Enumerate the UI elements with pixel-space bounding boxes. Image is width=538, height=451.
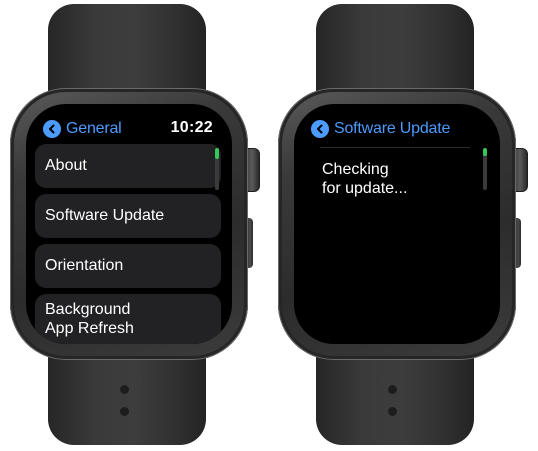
scroll-thumb (483, 148, 487, 156)
chevron-left-glyph (49, 124, 55, 134)
settings-menu: About Software Update Orientation Backgr… (35, 144, 221, 344)
menu-item-label: Orientation (45, 257, 124, 274)
watch-band-bottom (48, 345, 206, 445)
scroll-indicator[interactable] (483, 148, 487, 190)
status-bar: General 10:22 (26, 104, 232, 144)
band-hole (120, 407, 129, 416)
watch-band-bottom (316, 345, 474, 445)
watch-left: General 10:22 About Software Update Orie… (0, 0, 270, 451)
back-button[interactable]: Software Update (311, 118, 450, 140)
watch-screen: Software Update Checking for update... (294, 104, 500, 344)
back-button[interactable]: General (43, 118, 122, 140)
band-hole (388, 385, 397, 394)
clock-time: 10:22 (170, 119, 213, 136)
menu-item-label: Background App Refresh (45, 301, 134, 337)
scroll-indicator[interactable] (215, 148, 219, 190)
menu-item-label: Software Update (45, 207, 165, 224)
chevron-left-icon (311, 120, 329, 138)
menu-item-orientation[interactable]: Orientation (35, 244, 221, 288)
watch-right: Software Update Checking for update... (268, 0, 538, 451)
watch-screen: General 10:22 About Software Update Orie… (26, 104, 232, 344)
header-divider (320, 147, 470, 148)
back-label: Software Update (334, 120, 451, 137)
band-hole (388, 407, 397, 416)
menu-item-about[interactable]: About (35, 144, 221, 188)
status-bar: Software Update (294, 104, 500, 144)
back-label: General (66, 120, 122, 137)
update-status-text: Checking for update... (322, 161, 408, 197)
scroll-thumb (215, 148, 219, 159)
band-hole (120, 385, 129, 394)
menu-item-background-app-refresh[interactable]: Background App Refresh (35, 294, 221, 344)
chevron-left-icon (43, 120, 61, 138)
menu-item-label: About (45, 157, 87, 174)
menu-item-software-update[interactable]: Software Update (35, 194, 221, 238)
chevron-left-glyph (317, 124, 323, 134)
stage: General 10:22 About Software Update Orie… (0, 0, 538, 451)
